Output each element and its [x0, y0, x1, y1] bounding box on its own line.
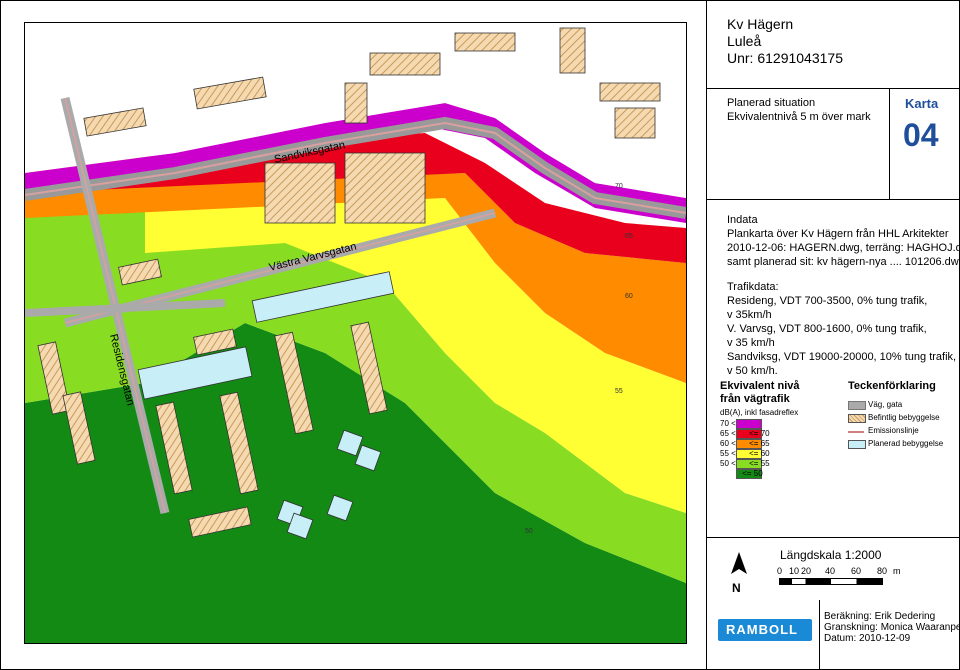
date-credit: Datum: 2010-12-09: [824, 633, 911, 644]
karta-number: 04: [903, 117, 939, 153]
legend-label: Emissionslinje: [868, 426, 919, 435]
svg-text:N: N: [732, 581, 741, 594]
svg-text:55: 55: [615, 388, 623, 395]
ramboll-logo: RAMBOLL: [718, 619, 812, 641]
scale-tick: 10: [789, 566, 800, 576]
scale-tick: 20: [801, 566, 812, 576]
level-label: 65 < <= 70: [720, 429, 770, 438]
road-swatch-icon: [848, 401, 866, 410]
level-label: <= 50: [720, 469, 763, 478]
project-name: Kv Hägern: [727, 16, 794, 32]
scale-tick: 80: [877, 566, 888, 576]
indata-line: samt planerad sit: kv hägern-nya .... 10…: [727, 256, 960, 268]
traffic-line: v 50 km/h.: [727, 365, 778, 377]
situation-line1: Planerad situation: [727, 97, 816, 109]
traffic-line: v 35km/h: [727, 309, 772, 321]
level-label: 55 < <= 60: [720, 449, 770, 458]
scale-tick: 0: [777, 566, 783, 576]
indata-title: Indata: [727, 214, 758, 226]
scale-title: Längdskala 1:2000: [780, 548, 882, 562]
project-city: Luleå: [727, 33, 762, 49]
legend-label: Väg, gata: [868, 400, 903, 409]
traffic-line: Sandviksg, VDT 19000-20000, 10% tung tra…: [727, 351, 957, 363]
level-swatch-magenta: [736, 419, 762, 429]
traffic-line: V. Varvsg, VDT 800-1600, 0% tung trafik,: [727, 323, 927, 335]
traffic-title: Trafikdata:: [727, 281, 779, 293]
karta-label: Karta: [905, 96, 939, 111]
scale-bar: [779, 578, 883, 585]
project-number: Unr: 61291043175: [727, 50, 843, 66]
scale-unit: m: [893, 566, 901, 576]
calc-credit: Beräkning: Erik Dedering: [824, 611, 936, 622]
hatched-building-icon: [848, 414, 866, 423]
indata-line: Plankarta över Kv Hägern från HHL Arkite…: [727, 228, 949, 240]
level-label: 70 <: [720, 419, 736, 428]
levels-title-1: Ekvivalent nivå: [720, 380, 800, 392]
emission-line-icon: [848, 431, 864, 433]
planned-building-icon: [848, 440, 866, 449]
scale-tick: 40: [825, 566, 836, 576]
level-label: 60 < <= 65: [720, 439, 770, 448]
levels-title-2: från vägtrafik: [720, 393, 790, 405]
svg-text:65: 65: [625, 233, 633, 240]
levels-subtitle: dB(A), inkl fasadreflex: [720, 408, 799, 417]
indata-line: 2010-12-06: HAGERN.dwg, terräng: HAGHOJ.…: [727, 242, 960, 254]
svg-text:60: 60: [625, 293, 633, 300]
level-label: 50 < <= 55: [720, 459, 770, 468]
scale-tick: 60: [851, 566, 862, 576]
north-arrow-icon: N: [731, 552, 747, 594]
situation-line2: Ekvivalentnivå 5 m över mark: [727, 111, 871, 123]
legend-label: Planerad bebyggelse: [868, 439, 944, 448]
traffic-line: v 35 km/h: [727, 337, 775, 349]
noise-map[interactable]: Sandviksgatan Västra Varvsgatan Residens…: [24, 22, 687, 644]
review-credit: Granskning: Monica Waaranperä: [824, 622, 960, 633]
legend-label: Befintlig bebyggelse: [868, 413, 940, 422]
traffic-line: Resideng, VDT 700-3500, 0% tung trafik,: [727, 295, 928, 307]
svg-text:50: 50: [525, 528, 533, 535]
legend-title: Teckenförklaring: [848, 380, 936, 392]
svg-text:70: 70: [615, 183, 623, 190]
